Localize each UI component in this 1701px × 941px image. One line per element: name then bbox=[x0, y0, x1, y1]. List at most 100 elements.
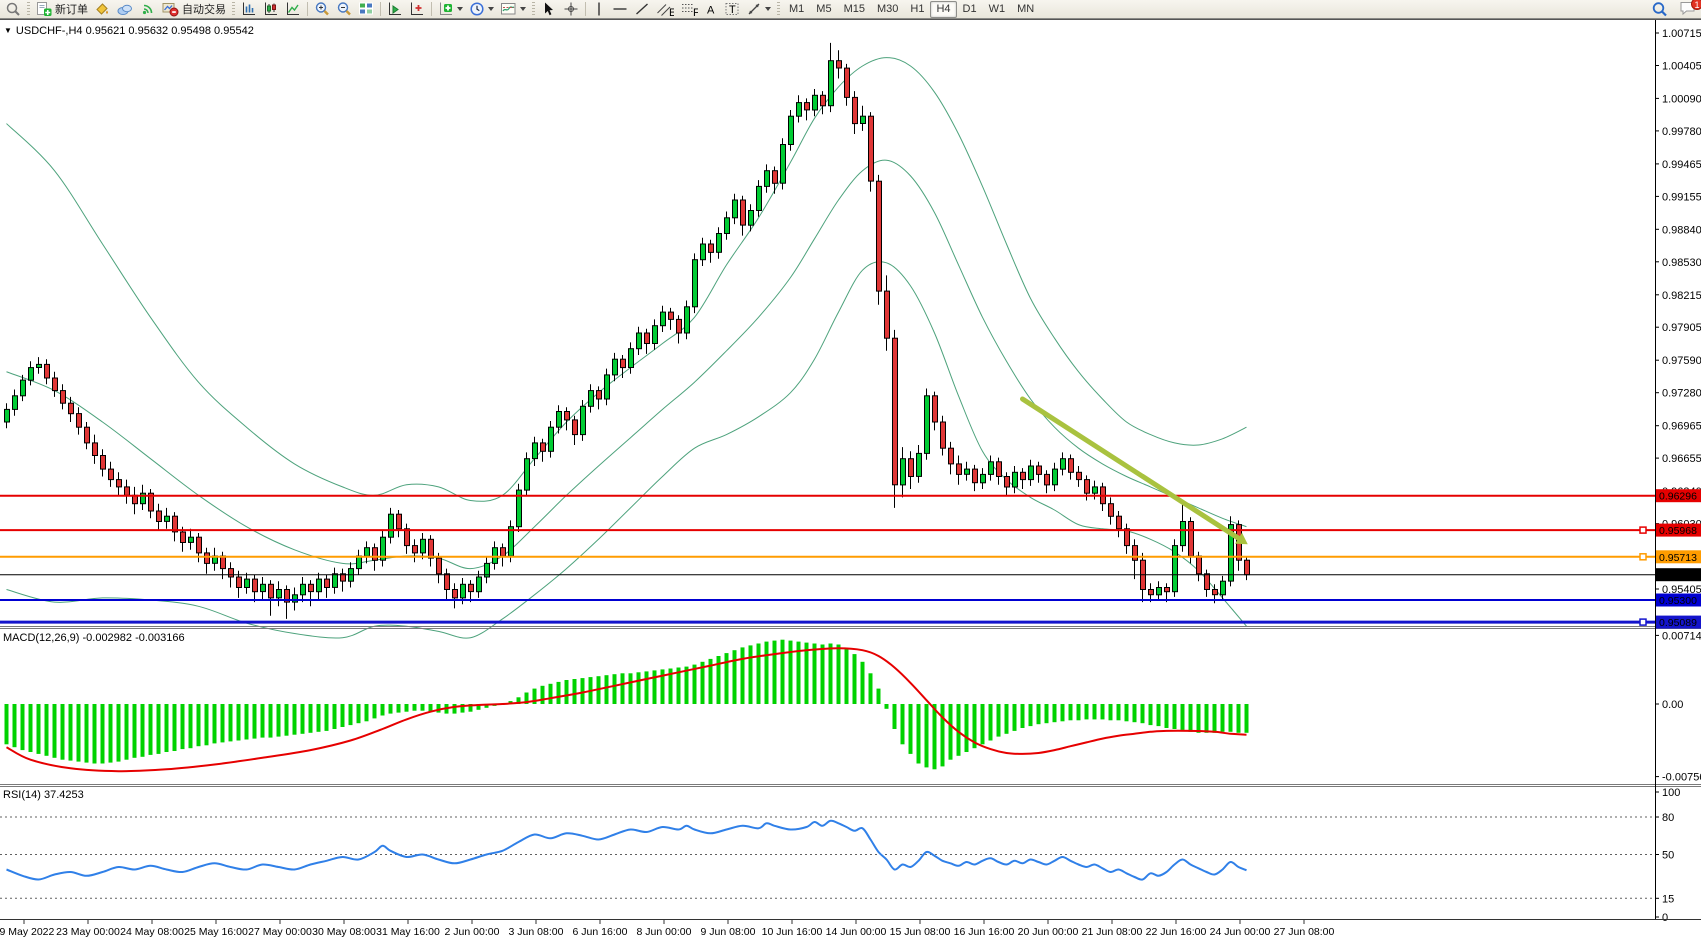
svg-text:-0.007561: -0.007561 bbox=[1662, 772, 1701, 784]
tile-windows-icon[interactable] bbox=[355, 1, 377, 18]
svg-text:0.99780: 0.99780 bbox=[1662, 126, 1701, 138]
svg-text:25 May 16:00: 25 May 16:00 bbox=[184, 926, 248, 938]
chart-canvas[interactable]: 1.007151.004051.000900.997800.994650.991… bbox=[0, 20, 1701, 941]
svg-text:8 Jun 00:00: 8 Jun 00:00 bbox=[637, 926, 692, 938]
svg-text:15: 15 bbox=[1662, 893, 1674, 905]
horizontal-line-tool-icon[interactable] bbox=[609, 1, 631, 18]
vertical-line-tool-icon[interactable] bbox=[589, 1, 609, 18]
svg-text:0.95713: 0.95713 bbox=[1659, 552, 1697, 564]
chart-window[interactable]: 1.007151.004051.000900.997800.994650.991… bbox=[0, 19, 1701, 940]
notification-badge: 1 bbox=[1691, 0, 1701, 10]
svg-text:0.96296: 0.96296 bbox=[1659, 491, 1697, 503]
channel-tool-icon[interactable]: E bbox=[653, 1, 677, 18]
svg-text:0.99465: 0.99465 bbox=[1662, 159, 1701, 171]
svg-text:0.95089: 0.95089 bbox=[1659, 617, 1697, 629]
notifications-button[interactable]: 1 bbox=[1679, 0, 1697, 19]
macd-layer bbox=[5, 640, 1249, 772]
search-icon[interactable] bbox=[1648, 1, 1671, 18]
svg-text:14 Jun 00:00: 14 Jun 00:00 bbox=[826, 926, 887, 938]
cursor-tool-icon[interactable] bbox=[538, 1, 560, 18]
svg-text:24 May 08:00: 24 May 08:00 bbox=[120, 926, 184, 938]
periods-dropdown-arrow[interactable] bbox=[488, 7, 494, 11]
styler-bucket-icon[interactable] bbox=[91, 1, 113, 18]
timeframe-group: M1M5M15M30H1H4D1W1MN bbox=[783, 1, 1040, 18]
svg-text:1.00405: 1.00405 bbox=[1662, 61, 1701, 73]
svg-text:20 Jun 00:00: 20 Jun 00:00 bbox=[1018, 926, 1079, 938]
zoom-in-icon[interactable] bbox=[311, 1, 333, 18]
auto-trading-button[interactable]: 自动交易 bbox=[159, 1, 229, 18]
arrows-dropdown-arrow[interactable] bbox=[765, 7, 771, 11]
signals-icon[interactable] bbox=[137, 1, 159, 18]
timeframe-mn-button[interactable]: MN bbox=[1011, 1, 1040, 18]
symbol-quote-line[interactable]: ▼ USDCHF-,H4 0.95621 0.95632 0.95498 0.95… bbox=[4, 25, 254, 37]
fibonacci-tool-icon[interactable]: F bbox=[677, 1, 701, 18]
text-label-tool-icon[interactable]: T bbox=[721, 1, 743, 18]
timeframe-m1-button[interactable]: M1 bbox=[783, 1, 810, 18]
rsi-layer bbox=[0, 817, 1655, 898]
indicators-button[interactable] bbox=[435, 1, 466, 18]
symbol-search-icon[interactable] bbox=[2, 1, 24, 18]
periods-button[interactable] bbox=[466, 1, 497, 18]
svg-text:0.99155: 0.99155 bbox=[1662, 191, 1701, 203]
svg-text:E: E bbox=[669, 7, 674, 17]
svg-text:0.98530: 0.98530 bbox=[1662, 257, 1701, 269]
svg-text:0.98840: 0.98840 bbox=[1662, 224, 1701, 236]
svg-text:6 Jun 16:00: 6 Jun 16:00 bbox=[573, 926, 628, 938]
svg-text:0.96965: 0.96965 bbox=[1662, 421, 1701, 433]
rsi-indicator-label: RSI(14) 37.4253 bbox=[3, 789, 84, 801]
new-order-icon bbox=[36, 1, 52, 17]
time-axis: 19 May 202223 May 00:0024 May 08:0025 Ma… bbox=[0, 919, 1701, 938]
svg-text:1.00715: 1.00715 bbox=[1662, 28, 1701, 40]
svg-text:31 May 16:00: 31 May 16:00 bbox=[376, 926, 440, 938]
main-toolbar: 新订单 自动交易 bbox=[0, 0, 1701, 19]
clock-icon bbox=[469, 1, 485, 17]
trendline-tool-icon[interactable] bbox=[631, 1, 653, 18]
new-order-label: 新订单 bbox=[55, 1, 88, 17]
candlestick-mode-icon[interactable] bbox=[260, 1, 282, 18]
zoom-out-icon[interactable] bbox=[333, 1, 355, 18]
svg-text:24 Jun 00:00: 24 Jun 00:00 bbox=[1210, 926, 1271, 938]
line-chart-mode-icon[interactable] bbox=[282, 1, 304, 18]
timeframe-h4-button[interactable]: H4 bbox=[930, 1, 956, 18]
templates-button[interactable] bbox=[497, 1, 529, 18]
svg-text:27 Jun 08:00: 27 Jun 08:00 bbox=[1274, 926, 1335, 938]
timeframe-h1-button[interactable]: H1 bbox=[904, 1, 930, 18]
timeframe-w1-button[interactable]: W1 bbox=[983, 1, 1012, 18]
bollinger-bands-layer bbox=[7, 58, 1247, 639]
timeframe-m15-button[interactable]: M15 bbox=[838, 1, 871, 18]
svg-text:2 Jun 00:00: 2 Jun 00:00 bbox=[445, 926, 500, 938]
indicators-dropdown-arrow[interactable] bbox=[457, 7, 463, 11]
svg-text:19 May 2022: 19 May 2022 bbox=[0, 926, 55, 938]
svg-text:F: F bbox=[693, 7, 698, 17]
svg-text:0.95968: 0.95968 bbox=[1659, 525, 1697, 537]
svg-text:0.98215: 0.98215 bbox=[1662, 290, 1701, 302]
timeframe-m5-button[interactable]: M5 bbox=[810, 1, 837, 18]
template-icon bbox=[500, 1, 517, 17]
timeframe-m30-button[interactable]: M30 bbox=[871, 1, 904, 18]
svg-text:0.00: 0.00 bbox=[1662, 699, 1683, 711]
text-tool-icon[interactable]: A bbox=[701, 1, 721, 18]
svg-text:10 Jun 16:00: 10 Jun 16:00 bbox=[762, 926, 823, 938]
new-order-button[interactable]: 新订单 bbox=[33, 1, 91, 18]
symbol-quote-text: USDCHF-,H4 0.95621 0.95632 0.95498 0.955… bbox=[16, 25, 254, 37]
bar-chart-mode-icon[interactable] bbox=[238, 1, 260, 18]
auto-trading-label: 自动交易 bbox=[182, 1, 226, 17]
crosshair-tool-icon[interactable] bbox=[560, 1, 582, 18]
svg-text:0.97280: 0.97280 bbox=[1662, 388, 1701, 400]
auto-scroll-icon[interactable] bbox=[384, 1, 406, 18]
chart-shift-icon[interactable] bbox=[406, 1, 428, 18]
arrows-tool-button[interactable] bbox=[743, 1, 774, 18]
svg-text:0.95542: 0.95542 bbox=[1659, 570, 1697, 582]
svg-text:21 Jun 08:00: 21 Jun 08:00 bbox=[1082, 926, 1143, 938]
svg-text:0.96655: 0.96655 bbox=[1662, 453, 1701, 465]
svg-text:27 May 00:00: 27 May 00:00 bbox=[248, 926, 312, 938]
svg-text:0: 0 bbox=[1662, 912, 1668, 924]
cloud-icon[interactable] bbox=[113, 1, 137, 18]
auto-trading-icon bbox=[162, 1, 179, 17]
one-click-trading-arrow-icon[interactable]: ▼ bbox=[4, 26, 12, 35]
timeframe-d1-button[interactable]: D1 bbox=[957, 1, 983, 18]
macd-indicator-label: MACD(12,26,9) -0.002982 -0.003166 bbox=[3, 632, 185, 644]
templates-dropdown-arrow[interactable] bbox=[520, 7, 526, 11]
svg-text:9 Jun 08:00: 9 Jun 08:00 bbox=[701, 926, 756, 938]
horizontal-lines-layer[interactable] bbox=[0, 496, 1655, 625]
